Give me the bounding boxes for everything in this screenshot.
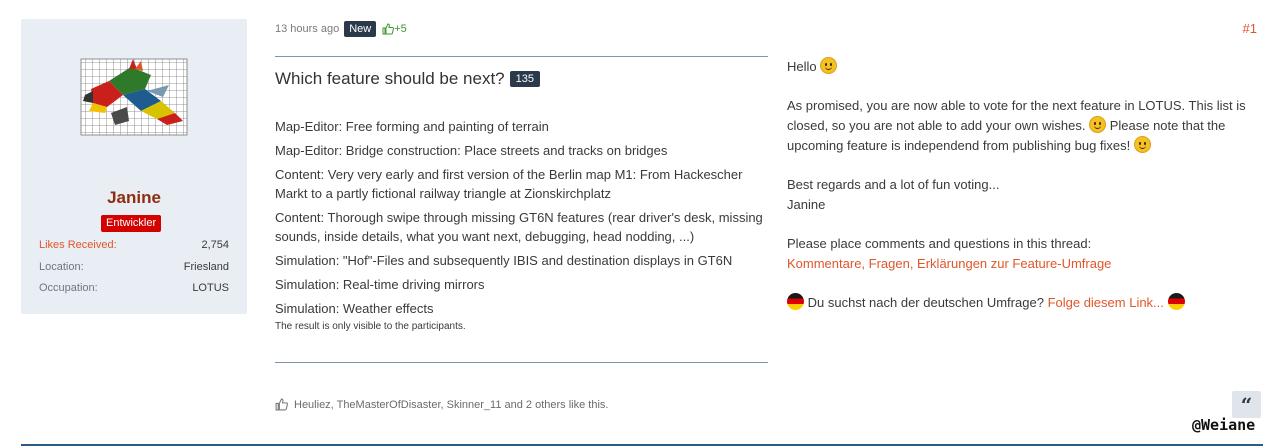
thumbs-up-icon bbox=[275, 398, 288, 411]
stat-value: 2,754 bbox=[201, 239, 229, 251]
post-divider bbox=[21, 444, 1263, 446]
greeting: Hello bbox=[787, 59, 817, 74]
post-permalink[interactable]: #1 bbox=[1243, 21, 1257, 36]
poll-visibility-note: The result is only visible to the partic… bbox=[275, 321, 466, 332]
intro-paragraph: As promised, you are now able to vote fo… bbox=[787, 96, 1265, 156]
poll-option: Simulation: Real-time driving mirrors bbox=[275, 277, 485, 292]
comments-paragraph: Please place comments and questions in t… bbox=[787, 234, 1265, 274]
like-count: +5 bbox=[394, 23, 407, 35]
stat-label: Location: bbox=[39, 260, 84, 273]
poll-option: Map-Editor: Free forming and painting of… bbox=[275, 119, 549, 134]
poll-options: Map-Editor: Free forming and painting of… bbox=[275, 117, 765, 332]
regards-text: Best regards and a lot of fun voting... bbox=[787, 177, 1000, 192]
poll-option: Simulation: "Hof"-Files and subsequently… bbox=[275, 253, 733, 268]
german-flag-icon bbox=[787, 293, 804, 310]
author-sidebar: Janine Entwickler Likes Received: 2,754 … bbox=[21, 19, 247, 314]
new-badge: New bbox=[344, 21, 377, 37]
post-message: Hello As promised, you are now able to v… bbox=[787, 57, 1265, 332]
poll-title: Which feature should be next? 135 bbox=[275, 69, 541, 89]
german-flag-icon bbox=[1167, 293, 1185, 310]
stat-location: Location: Friesland bbox=[39, 257, 229, 279]
stat-value: LOTUS bbox=[192, 282, 229, 294]
quote-icon: “ bbox=[1240, 392, 1253, 417]
poll: Which feature should be next? 135 Map-Ed… bbox=[275, 56, 768, 363]
stat-label: Occupation: bbox=[39, 282, 98, 294]
comments-thread-link[interactable]: Kommentare, Fragen, Erklärungen zur Feat… bbox=[787, 256, 1111, 271]
german-poll-paragraph: Du suchst nach der deutschen Umfrage? Fo… bbox=[787, 293, 1265, 313]
comments-text: Please place comments and questions in t… bbox=[787, 236, 1092, 251]
smiley-icon bbox=[820, 57, 838, 74]
stat-label[interactable]: Likes Received: bbox=[39, 235, 117, 257]
watermark: @Weiane bbox=[1192, 416, 1256, 434]
smiley-icon bbox=[1089, 116, 1107, 133]
like-summary[interactable]: +5 bbox=[382, 23, 407, 35]
post-time[interactable]: 13 hours ago bbox=[275, 23, 339, 35]
stat-occupation: Occupation: LOTUS bbox=[39, 278, 229, 300]
poll-question: Which feature should be next? bbox=[275, 69, 505, 88]
greeting-paragraph: Hello bbox=[787, 57, 1265, 77]
poll-option: Simulation: Weather effects bbox=[275, 301, 434, 316]
stat-likes-received: Likes Received: 2,754 bbox=[39, 235, 229, 257]
german-poll-link[interactable]: Folge diesem Link... bbox=[1048, 295, 1164, 310]
thumbs-up-icon bbox=[382, 23, 395, 35]
signature-text: Janine bbox=[787, 197, 826, 212]
likers-text[interactable]: Heuliez, TheMasterOfDisaster, Skinner_11… bbox=[294, 399, 608, 411]
poll-option: Content: Thorough swipe through missing … bbox=[275, 210, 763, 244]
author-stats: Likes Received: 2,754 Location: Frieslan… bbox=[39, 235, 229, 300]
vote-count-badge: 135 bbox=[509, 71, 541, 87]
stat-value: Friesland bbox=[183, 260, 229, 273]
like-list: Heuliez, TheMasterOfDisaster, Skinner_11… bbox=[275, 398, 608, 411]
avatar[interactable] bbox=[71, 55, 197, 139]
username[interactable]: Janine bbox=[21, 188, 247, 208]
quote-button[interactable]: “ bbox=[1232, 391, 1261, 418]
rank-badge: Entwickler bbox=[101, 215, 162, 232]
poll-option: Content: Very very early and first versi… bbox=[275, 167, 743, 201]
regards-paragraph: Best regards and a lot of fun voting... … bbox=[787, 175, 1265, 215]
smiley-icon bbox=[1133, 136, 1151, 153]
post-meta: 13 hours ago New +5 bbox=[275, 21, 407, 37]
german-poll-text: Du suchst nach der deutschen Umfrage? bbox=[807, 295, 1044, 310]
poll-option: Map-Editor: Bridge construction: Place s… bbox=[275, 143, 668, 158]
